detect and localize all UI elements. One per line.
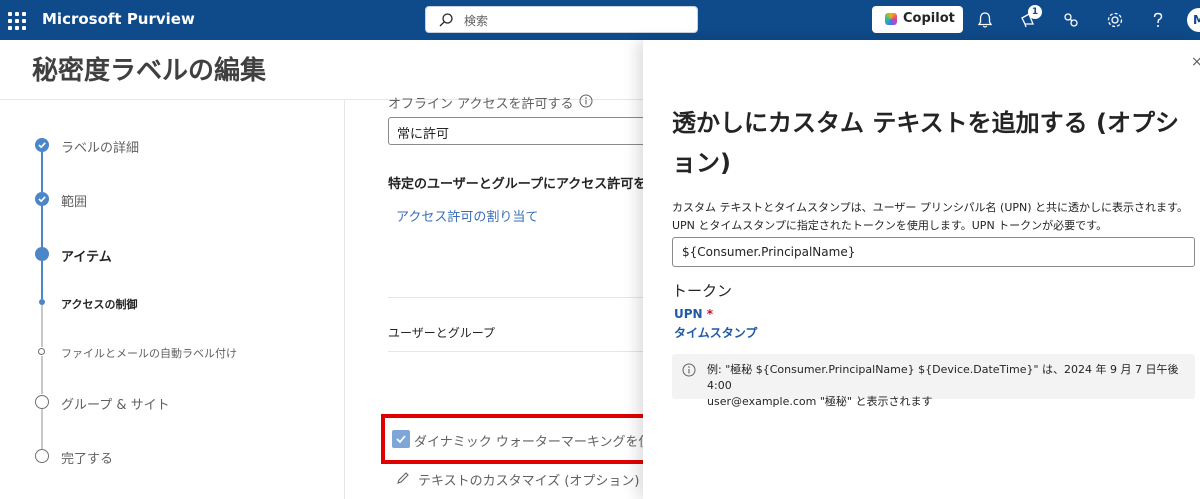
assign-permissions-link[interactable]: アクセス許可の割り当て bbox=[396, 206, 538, 225]
step-label-groups-sites[interactable]: グループ & サイト bbox=[61, 394, 170, 413]
specific-users-label: 特定のユーザーとグループにアクセス許可を bbox=[388, 177, 647, 192]
table-divider bbox=[388, 351, 648, 352]
step-label-items[interactable]: アイテム bbox=[61, 246, 112, 265]
substep-label-auto-labeling[interactable]: ファイルとメールの自動ラベル付け bbox=[61, 345, 237, 361]
checkmark-icon bbox=[35, 192, 49, 206]
help-icon[interactable] bbox=[1147, 9, 1169, 31]
panel-title: 透かしにカスタム テキストを追加する (オプション) bbox=[672, 109, 1179, 177]
search-icon bbox=[439, 13, 453, 27]
offline-access-label: オフライン アクセスを許可する bbox=[388, 97, 574, 112]
copilot-label: Copilot bbox=[903, 11, 955, 26]
search-placeholder: 検索 bbox=[464, 14, 489, 28]
offline-access-dropdown[interactable]: 常に許可 bbox=[388, 117, 658, 145]
notification-badge: 1 bbox=[1028, 5, 1042, 19]
step-label-scope[interactable]: 範囲 bbox=[61, 191, 87, 210]
step-label-finish[interactable]: 完了する bbox=[61, 448, 113, 467]
page-title: 秘密度ラベルの編集 bbox=[32, 56, 267, 86]
substep-dot bbox=[38, 348, 45, 355]
watermark-text-panel: × 透かしにカスタム テキストを追加する (オプション) カスタム テキストとタ… bbox=[643, 40, 1200, 499]
token-upn-link[interactable]: UPN * bbox=[674, 307, 713, 321]
panel-description-line: カスタム テキストとタイムスタンプは、ユーザー プリンシパル名 (UPN) と共… bbox=[672, 201, 1188, 214]
info-icon[interactable] bbox=[579, 94, 593, 108]
example-info-line: user@example.com "極秘" と表示されます bbox=[707, 395, 933, 408]
waffle-icon[interactable] bbox=[6, 10, 26, 30]
step-dot bbox=[35, 395, 49, 409]
token-upn-label: UPN bbox=[674, 307, 703, 321]
substep-current-dot bbox=[39, 299, 45, 305]
close-icon[interactable]: × bbox=[1191, 54, 1200, 70]
step-connector bbox=[41, 356, 43, 394]
top-bar: Microsoft Purview 検索 Copilot 1 M bbox=[0, 0, 1200, 40]
step-label-details[interactable]: ラベルの詳細 bbox=[61, 137, 139, 156]
step-connector bbox=[41, 261, 43, 299]
copilot-button[interactable]: Copilot bbox=[872, 6, 963, 33]
step-connector bbox=[41, 409, 43, 449]
stepper-divider bbox=[344, 100, 345, 499]
step-connector bbox=[41, 305, 43, 347]
gear-icon[interactable] bbox=[1104, 9, 1126, 31]
step-connector bbox=[41, 206, 43, 248]
dynamic-watermark-checkbox[interactable] bbox=[392, 430, 410, 448]
checkmark-icon bbox=[35, 138, 49, 152]
dynamic-watermark-label[interactable]: ダイナミック ウォーターマーキングを使 bbox=[414, 431, 651, 450]
required-mark: * bbox=[706, 307, 714, 321]
customize-text-link[interactable]: テキストのカスタマイズ (オプション) bbox=[418, 470, 640, 489]
step-connector bbox=[41, 152, 43, 192]
custom-text-input[interactable]: ${Consumer.PrincipalName} bbox=[672, 237, 1195, 267]
token-timestamp-link[interactable]: タイムスタンプ bbox=[674, 324, 757, 341]
step-dot bbox=[35, 449, 49, 463]
search-box[interactable]: 検索 bbox=[425, 6, 698, 33]
checkmark-icon bbox=[396, 435, 406, 444]
panel-description: カスタム テキストとタイムスタンプは、ユーザー プリンシパル名 (UPN) と共… bbox=[672, 199, 1192, 235]
panel-description-line: UPN とタイムスタンプに指定されたトークンを使用します。UPN トークンが必要… bbox=[672, 219, 1108, 232]
table-divider bbox=[388, 297, 648, 298]
tokens-header: トークン bbox=[672, 282, 733, 300]
users-groups-header: ユーザーとグループ bbox=[388, 326, 496, 340]
pencil-icon bbox=[397, 472, 409, 484]
step-current-dot bbox=[35, 247, 49, 261]
bell-icon[interactable] bbox=[974, 9, 996, 31]
example-info-box: 例: "極秘 ${Consumer.PrincipalName} ${Devic… bbox=[672, 354, 1195, 408]
info-icon bbox=[682, 363, 696, 377]
substep-label-access-control[interactable]: アクセスの制御 bbox=[61, 296, 137, 312]
avatar[interactable]: M bbox=[1187, 8, 1200, 32]
example-info-text: 例: "極秘 ${Consumer.PrincipalName} ${Devic… bbox=[707, 362, 1187, 410]
example-info-line: 例: "極秘 ${Consumer.PrincipalName} ${Devic… bbox=[707, 363, 1179, 392]
share-icon[interactable] bbox=[1060, 9, 1082, 31]
app-title[interactable]: Microsoft Purview bbox=[42, 10, 195, 28]
copilot-icon bbox=[885, 13, 897, 25]
